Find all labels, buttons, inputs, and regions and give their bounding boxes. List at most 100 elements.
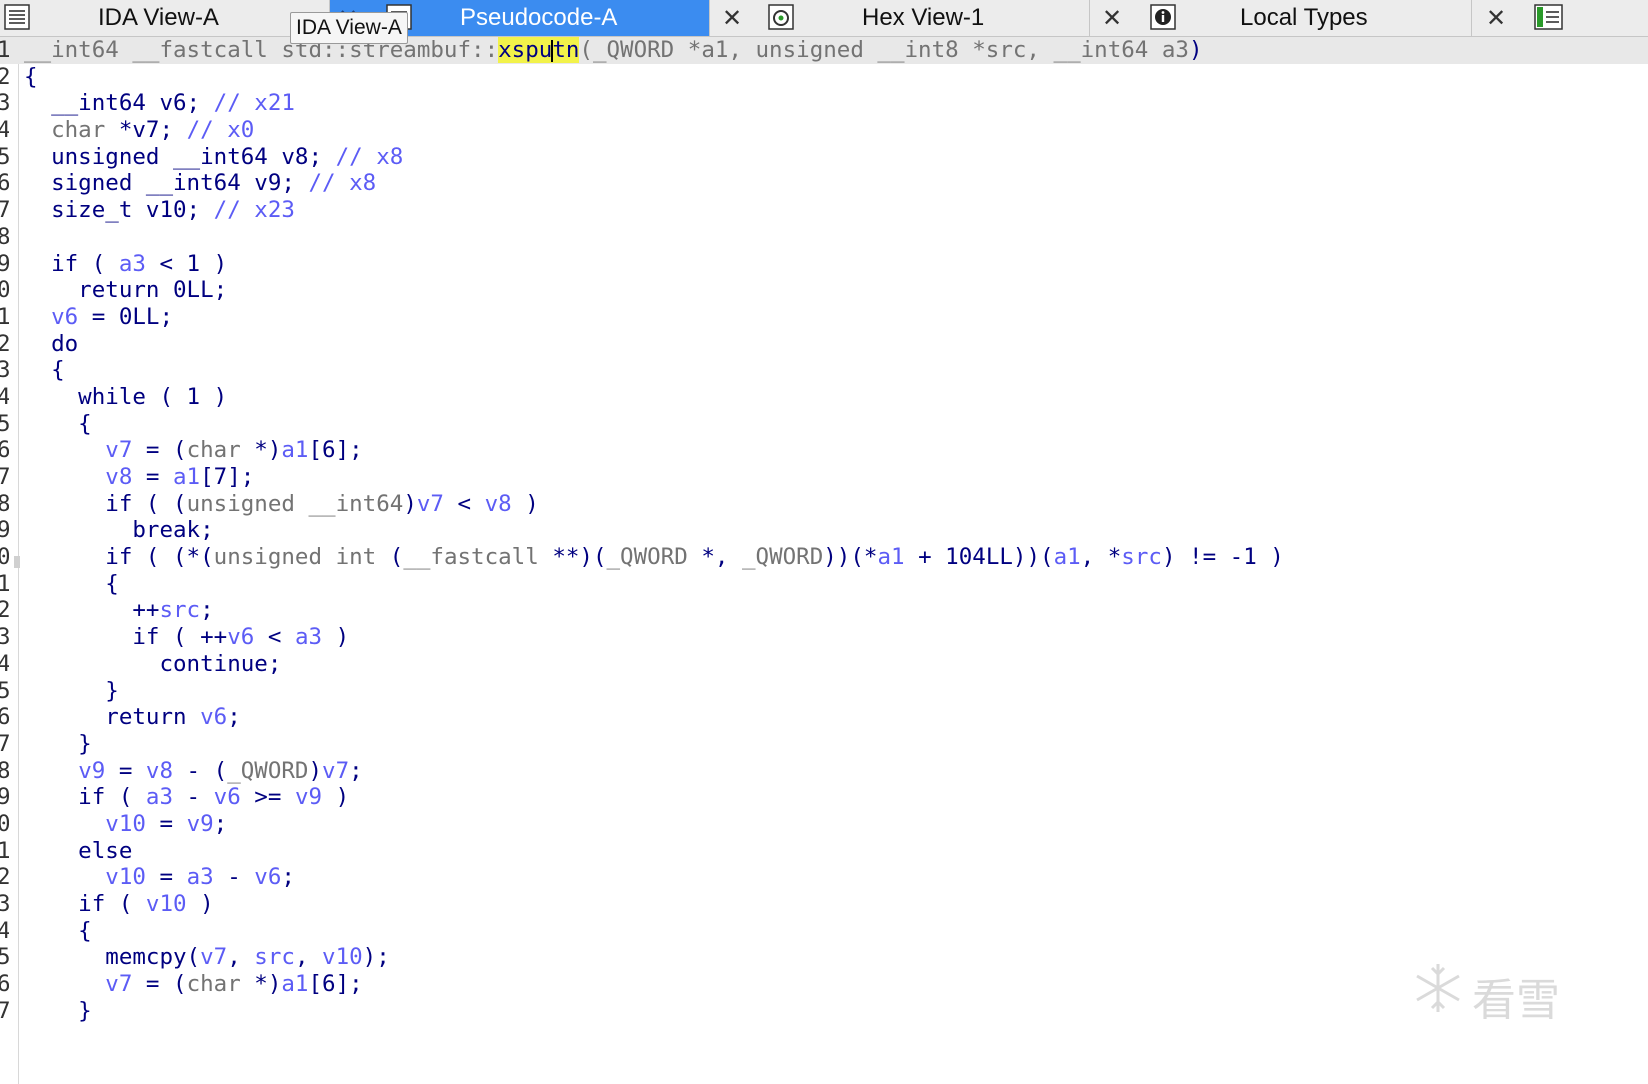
line-number: 2 (0, 597, 9, 624)
line-number: 9 (0, 784, 9, 811)
watermark-text: 看雪 (1472, 975, 1560, 1026)
line-number: 7 (0, 997, 9, 1024)
line-number: 3 (0, 357, 9, 384)
code-text: { (24, 570, 119, 597)
line-number: 0 (0, 544, 9, 571)
code-text: return v6; (24, 704, 241, 731)
code-line[interactable]: 1 v6 = 0LL; (0, 304, 1648, 331)
code-line[interactable]: 4 continue; (0, 651, 1648, 678)
code-text: if ( ++v6 < a3 ) (24, 624, 350, 651)
code-line[interactable]: 3 { (0, 357, 1648, 384)
line-number: 8 (0, 490, 9, 517)
line-number: 7 (0, 197, 9, 224)
code-line[interactable]: 2{ (0, 64, 1648, 91)
tab-local-types[interactable]: Local Types (1142, 0, 1472, 36)
code-line[interactable]: 6 v7 = (char *)a1[6]; (0, 971, 1648, 998)
code-text: do (24, 330, 79, 357)
code-text: if ( a3 - v6 >= v9 ) (24, 784, 350, 811)
code-text: { (24, 63, 38, 90)
line-number: 2 (0, 63, 9, 90)
code-line[interactable]: 4 char *v7; // x0 (0, 117, 1648, 144)
line-number: 2 (0, 864, 9, 891)
line-number: 1 (0, 837, 9, 864)
code-line[interactable]: 3 if ( v10 ) (0, 891, 1648, 918)
local-types-icon (1150, 3, 1176, 31)
code-line[interactable]: 7 v8 = a1[7]; (0, 464, 1648, 491)
code-text: v6 = 0LL; (51, 303, 174, 330)
code-line[interactable]: 5 unsigned __int64 v8; // x8 (0, 144, 1648, 171)
tab-hex-view-1[interactable]: Hex View-1 ✕ (760, 0, 1122, 36)
tab-label: Hex View-1 (862, 4, 985, 31)
code-line[interactable]: 8 v9 = v8 - (_QWORD)v7; (0, 758, 1648, 785)
code-line[interactable]: 4 while ( 1 ) (0, 384, 1648, 411)
code-line[interactable]: 7 size_t v10; // x23 (0, 197, 1648, 224)
code-line[interactable]: 0 return 0LL; (0, 277, 1648, 304)
code-text: continue; (24, 650, 282, 677)
code-text: break; (24, 517, 214, 544)
code-line[interactable]: 3 __int64 v6; // x21 (0, 90, 1648, 117)
line-number: 5 (0, 410, 9, 437)
code-line[interactable]: 2 v10 = a3 - v6; (0, 864, 1648, 891)
line-number: 1 (0, 303, 9, 330)
code-line[interactable]: 6 v7 = (char *)a1[6]; (0, 437, 1648, 464)
code-line[interactable]: 6 signed __int64 v9; // x8 (0, 170, 1648, 197)
tab-ida-view-a[interactable]: IDA View-A (0, 0, 330, 36)
code-text: while ( 1 ) (24, 383, 228, 410)
line-number: 3 (0, 90, 9, 117)
code-line[interactable]: 2 do (0, 331, 1648, 358)
close-icon[interactable]: ✕ (1486, 5, 1506, 31)
code-line[interactable]: 0 if ( (*(unsigned int (__fastcall **)(_… (0, 544, 1648, 571)
code-text: v7 = (char *)a1[6]; (105, 971, 363, 998)
line-number: 7 (0, 730, 9, 757)
code-text: v9 = v8 - (_QWORD)v7; (78, 757, 363, 784)
code-line[interactable]: 5 { (0, 411, 1648, 438)
code-text: v7 = (char *)a1[6]; (105, 437, 363, 464)
code-line[interactable]: 7 } (0, 998, 1648, 1025)
code-line[interactable]: 1 else (0, 838, 1648, 865)
code-text: char *v7; // x0 (51, 117, 255, 144)
line-number: 1 (0, 37, 9, 63)
code-text: ++src; (24, 597, 214, 624)
code-line[interactable]: 9 if ( a3 < 1 ) (0, 251, 1648, 278)
code-line[interactable]: 2 ++src; (0, 597, 1648, 624)
code-text: { (24, 357, 65, 384)
snowflake-icon (1416, 964, 1460, 1012)
code-line[interactable]: 5 memcpy(v7, src, v10); (0, 944, 1648, 971)
panel-menu-icon[interactable] (1534, 3, 1563, 31)
line-number: 4 (0, 383, 9, 410)
code-line[interactable]: 9 break; (0, 517, 1648, 544)
line-number: 6 (0, 170, 9, 197)
tab-label: IDA View-A (98, 4, 219, 31)
code-line[interactable]: 9 if ( a3 - v6 >= v9 ) (0, 784, 1648, 811)
code-text: } (24, 730, 92, 757)
code-text: } (24, 997, 92, 1024)
code-line[interactable]: 0 v10 = v9; (0, 811, 1648, 838)
code-line[interactable]: 1 { (0, 571, 1648, 598)
code-line[interactable]: 8 (0, 224, 1648, 251)
close-icon[interactable]: ✕ (722, 5, 742, 31)
line-number: 6 (0, 704, 9, 731)
line-number: 4 (0, 650, 9, 677)
code-line[interactable]: 1 __int64 __fastcall std::streambuf::xspu… (0, 37, 1648, 64)
code-text: } (24, 677, 119, 704)
code-text: v10 = a3 - v6; (105, 864, 295, 891)
line-number: 5 (0, 677, 9, 704)
code-line[interactable]: 8 if ( (unsigned __int64)v7 < v8 ) (0, 491, 1648, 518)
line-number: 9 (0, 517, 9, 544)
close-icon[interactable]: ✕ (1102, 5, 1122, 31)
code-line[interactable]: 6 return v6; (0, 704, 1648, 731)
line-number: 3 (0, 624, 9, 651)
code-line[interactable]: 5 } (0, 678, 1648, 705)
line-number: 8 (0, 223, 9, 250)
line-number: 4 (0, 917, 9, 944)
code-line[interactable]: 4 { (0, 918, 1648, 945)
line-number: 5 (0, 143, 9, 170)
line-number: 5 (0, 944, 9, 971)
hex-view-icon (768, 3, 794, 31)
code-line[interactable]: 3 if ( ++v6 < a3 ) (0, 624, 1648, 651)
line-number: 3 (0, 891, 9, 917)
code-line[interactable]: 7 } (0, 731, 1648, 758)
code-text: __int64 __fastcall std::streambuf::xsput… (24, 37, 1203, 63)
line-number: 8 (0, 757, 9, 784)
pseudocode-editor[interactable]: 1 __int64 __fastcall std::streambuf::xspu… (0, 37, 1648, 1024)
